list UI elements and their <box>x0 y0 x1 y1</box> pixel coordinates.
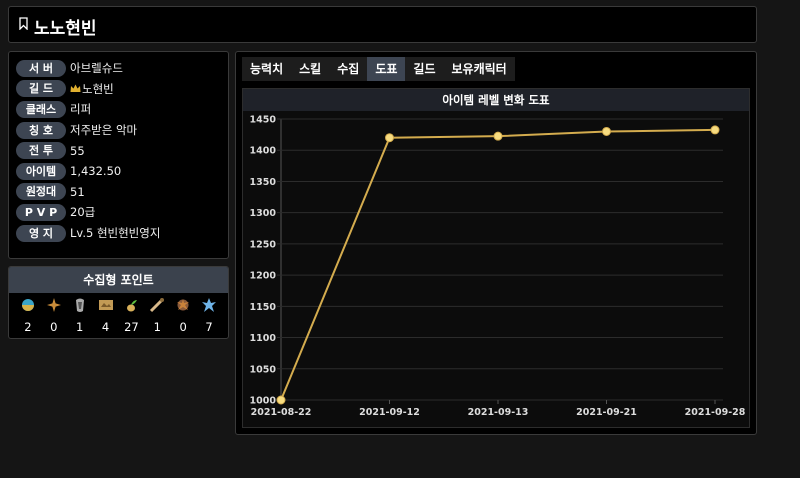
profile-row: 길 드 노현빈 <box>9 79 228 100</box>
x-tick-label: 2021-09-13 <box>468 407 529 418</box>
collection-count: 27 <box>124 320 139 334</box>
profile-value: 아브렐슈드 <box>70 60 123 76</box>
island-heart-icon[interactable] <box>20 297 36 313</box>
art-icon[interactable] <box>98 297 114 313</box>
star-seed-icon[interactable] <box>46 297 62 313</box>
profile-row: 전 투 55 <box>9 140 228 161</box>
y-tick-label: 1100 <box>250 333 277 344</box>
collection-panel: 수집형 포인트 2 0 1 4 27 1 0 7 <box>8 266 229 339</box>
profile-value-text: 55 <box>70 143 85 158</box>
collection-counts: 2 0 1 4 27 1 0 7 <box>9 313 228 334</box>
y-tick-label: 1200 <box>250 271 277 282</box>
collection-icons <box>9 293 228 313</box>
collection-title: 수집형 포인트 <box>9 267 228 293</box>
tab-bar: 능력치 스킬 수집 도표 길드 보유캐릭터 <box>242 57 515 81</box>
profile-value-text: 20급 <box>70 205 96 220</box>
profile-value-text: Lv.5 현빈현빈영지 <box>70 226 161 241</box>
collection-count: 0 <box>50 320 58 334</box>
header-bar: 노노현빈 <box>8 6 757 43</box>
x-tick-label: 2021-09-21 <box>576 407 637 418</box>
data-point <box>385 133 394 143</box>
y-tick-label: 1050 <box>250 364 277 375</box>
profile-value-text: 1,432.50 <box>70 164 122 179</box>
data-point <box>710 125 720 135</box>
profile-label: 전 투 <box>16 142 66 160</box>
x-tick-label: 2021-08-22 <box>251 407 312 418</box>
mococo-seed-icon[interactable] <box>123 297 139 313</box>
chart-title: 아이템 레벨 변화 도표 <box>243 89 749 111</box>
profile-value: 51 <box>70 185 85 199</box>
tab-collection[interactable]: 수집 <box>329 57 367 81</box>
profile-value: 55 <box>70 144 85 158</box>
profile-value: 저주받은 악마 <box>70 122 137 138</box>
collection-count: 7 <box>205 320 213 334</box>
profile-row: 아이템 1,432.50 <box>9 161 228 182</box>
profile-label: 아이템 <box>16 162 66 180</box>
character-name: 노노현빈 <box>34 19 97 39</box>
profile-value: 20급 <box>70 204 95 220</box>
data-point <box>276 395 286 405</box>
profile-label: P V P <box>16 203 66 221</box>
profile-row: 영 지 Lv.5 현빈현빈영지 <box>9 223 228 244</box>
profile-label: 원정대 <box>16 183 66 201</box>
tab-skills[interactable]: 스킬 <box>291 57 329 81</box>
profile-value: 노현빈 <box>70 81 114 97</box>
bookmark-icon[interactable] <box>19 17 28 30</box>
profile-label: 칭 호 <box>16 121 66 139</box>
y-tick-label: 1250 <box>250 239 277 250</box>
y-tick-label: 1300 <box>250 208 277 219</box>
profile-panel: 서 버 아브렐슈드길 드 노현빈클래스 리퍼칭 호 저주받은 악마전 투 55 아이템 1,4… <box>8 51 229 259</box>
profile-row: 클래스 리퍼 <box>9 99 228 120</box>
profile-row: 서 버 아브렐슈드 <box>9 58 228 79</box>
world-tree-leaf-icon[interactable] <box>201 297 217 313</box>
ignea-icon[interactable] <box>175 297 191 313</box>
profile-value-text: 리퍼 <box>70 102 92 117</box>
giant-heart-icon[interactable] <box>72 297 88 313</box>
profile-value: Lv.5 현빈현빈영지 <box>70 225 160 241</box>
main-panel: 능력치 스킬 수집 도표 길드 보유캐릭터 아이템 레벨 변화 도표 1000 1050 11… <box>235 51 757 435</box>
chart-container: 아이템 레벨 변화 도표 1000 1050 1100 1150 1200 1250 130… <box>242 88 750 428</box>
collection-count: 0 <box>179 320 187 334</box>
x-tick-label: 2021-09-12 <box>359 407 420 418</box>
y-tick-label: 1150 <box>250 302 277 313</box>
data-point <box>493 131 503 141</box>
profile-value-text: 노현빈 <box>82 81 114 96</box>
y-tick-label: 1350 <box>250 177 277 188</box>
profile-row: 칭 호 저주받은 악마 <box>9 120 228 141</box>
profile-label: 서 버 <box>16 59 66 77</box>
profile-value-text: 아브렐슈드 <box>70 61 123 76</box>
series-line <box>280 128 716 401</box>
profile-label: 길 드 <box>16 80 66 98</box>
item-level-chart: 1000 1050 1100 1150 1200 1250 1300 1350 1400 1450… <box>250 115 746 419</box>
profile-value-text: 저주받은 악마 <box>70 123 138 138</box>
y-tick-label: 1450 <box>250 115 277 126</box>
tab-stats[interactable]: 능력치 <box>242 57 291 81</box>
profile-row: P V P 20급 <box>9 202 228 223</box>
collection-count: 4 <box>101 320 110 334</box>
profile-row: 원정대 51 <box>9 182 228 203</box>
tab-chart[interactable]: 도표 <box>367 57 406 81</box>
profile-label: 영 지 <box>16 224 66 242</box>
y-tick-label: 1000 <box>250 396 277 407</box>
collection-count: 2 <box>24 320 32 334</box>
guild-crown-icon <box>70 84 81 93</box>
profile-label: 클래스 <box>16 100 66 118</box>
profile-value: 리퍼 <box>70 101 91 117</box>
data-point <box>602 126 611 136</box>
tab-guild[interactable]: 길드 <box>405 57 443 81</box>
collection-count: 1 <box>76 320 84 334</box>
tab-characters[interactable]: 보유캐릭터 <box>444 57 515 81</box>
profile-value: 1,432.50 <box>70 164 121 178</box>
y-tick-label: 1400 <box>250 146 277 157</box>
profile-value-text: 51 <box>70 184 85 199</box>
voyage-icon[interactable] <box>149 297 165 313</box>
collection-count: 1 <box>153 320 161 334</box>
x-tick-label: 2021-09-28 <box>685 407 746 418</box>
